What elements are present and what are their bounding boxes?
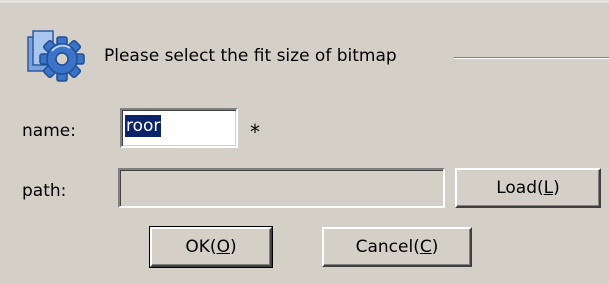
path-input[interactable]	[118, 168, 445, 208]
name-label: name:	[22, 121, 76, 141]
cancel-button-label: Cancel(C)	[355, 237, 439, 257]
header-separator	[454, 57, 609, 59]
dialog-prompt: Please select the fit size of bitmap	[104, 46, 397, 66]
load-button[interactable]: Load(L)	[455, 168, 601, 208]
gear-document-icon	[27, 30, 85, 82]
window-top-edge	[0, 0, 609, 3]
cancel-button[interactable]: Cancel(C)	[322, 227, 472, 267]
load-button-label: Load(L)	[496, 178, 560, 198]
fit-size-dialog: Please select the fit size of bitmap nam…	[0, 0, 609, 284]
ok-button[interactable]: OK(O)	[149, 226, 273, 268]
name-input[interactable]: roor	[120, 108, 238, 148]
required-marker: *	[250, 120, 260, 144]
ok-button-label: OK(O)	[185, 237, 237, 257]
path-label: path:	[22, 181, 67, 201]
name-input-value: roor	[125, 115, 162, 137]
